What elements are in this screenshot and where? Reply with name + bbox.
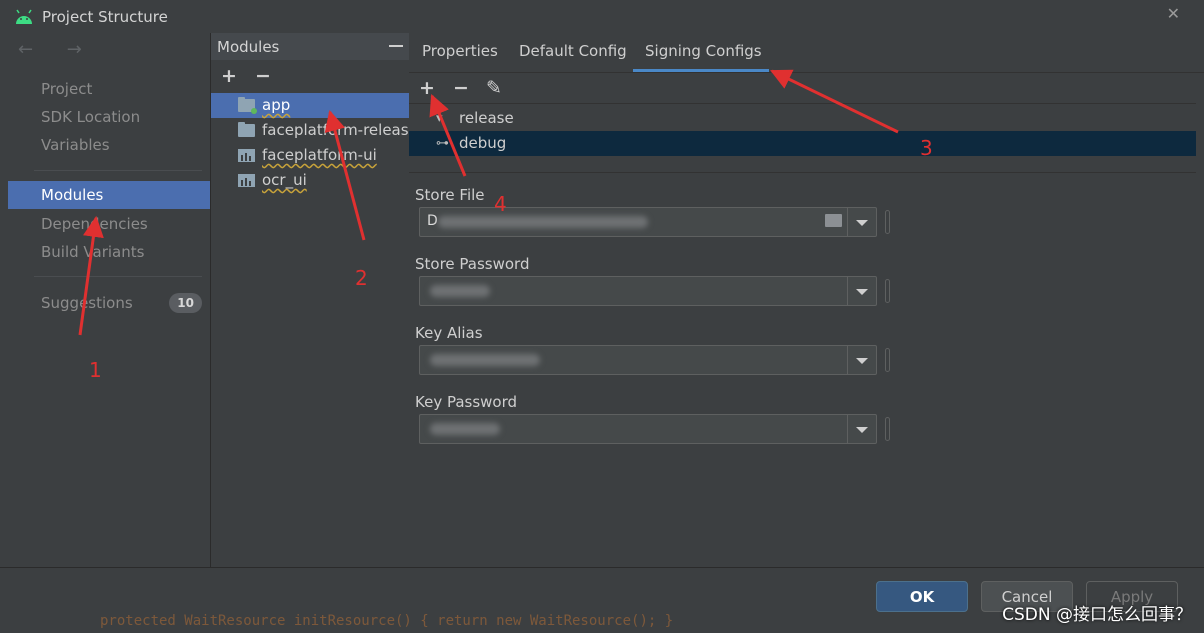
add-module-button[interactable]: + — [221, 65, 237, 87]
annotation-label-4: 4 — [494, 192, 507, 216]
collapse-icon[interactable] — [389, 45, 403, 47]
nav-item-build-variants[interactable]: Build Variants — [8, 238, 210, 266]
module-label: app — [262, 96, 291, 114]
tab-signing-configs[interactable]: Signing Configs — [645, 42, 762, 60]
module-label: ocr_ui — [262, 171, 307, 189]
store-file-field[interactable]: D — [419, 207, 877, 237]
back-forward-arrows[interactable]: ← → — [18, 39, 96, 60]
field-handle — [885, 210, 890, 234]
title-bar: Project Structure ✕ — [0, 0, 1204, 33]
edit-signing-config-button[interactable]: ✎ — [486, 77, 502, 99]
nav-item-suggestions[interactable]: Suggestions 10 — [8, 289, 210, 317]
key-alias-field[interactable] — [419, 345, 877, 375]
annotation-label-3: 3 — [920, 136, 933, 160]
signing-config-label: release — [459, 109, 514, 127]
remove-module-button[interactable]: − — [255, 65, 271, 87]
nav-item-sdk-location[interactable]: SDK Location — [8, 103, 210, 131]
nav-divider — [34, 276, 202, 277]
app-module-icon — [238, 97, 257, 114]
background-editor-code: protected WaitResource initResource() { … — [100, 613, 674, 629]
csdn-watermark: CSDN @接口怎么回事？ — [1002, 605, 1192, 625]
module-item-ocr-ui[interactable]: ocr_ui — [211, 168, 409, 193]
key-password-field[interactable] — [419, 414, 877, 444]
suggestions-label: Suggestions — [41, 294, 133, 312]
field-handle — [885, 417, 890, 441]
signing-config-label: debug — [459, 134, 507, 152]
suggestions-count-badge: 10 — [169, 293, 202, 313]
signing-config-release[interactable]: ▾ release — [409, 106, 1196, 131]
settings-nav: ← → Project SDK Location Variables Modul… — [8, 33, 210, 567]
folder-icon — [238, 122, 255, 137]
nav-item-project[interactable]: Project — [8, 75, 210, 103]
library-icon — [238, 174, 255, 187]
store-password-field[interactable] — [419, 276, 877, 306]
store-password-label: Store Password — [415, 255, 530, 273]
redacted-value — [430, 354, 540, 366]
key-icon: ⊶ — [436, 136, 449, 151]
field-handle — [885, 279, 890, 303]
modules-title: Modules — [217, 38, 280, 56]
key-password-label: Key Password — [415, 393, 518, 411]
module-item-faceplatform-release[interactable]: faceplatform-release — [211, 118, 418, 143]
modules-header: Modules — [211, 33, 409, 60]
project-structure-dialog: Project Structure ✕ ← → Project SDK Loca… — [0, 0, 1204, 633]
store-file-dropdown[interactable] — [847, 208, 876, 236]
module-label: faceplatform-ui — [262, 146, 377, 164]
browse-folder-icon[interactable] — [825, 214, 842, 227]
signing-config-debug[interactable]: ⊶ debug — [409, 131, 1196, 156]
expand-icon: ▾ — [436, 111, 443, 126]
store-file-label: Store File — [415, 186, 485, 204]
tab-properties[interactable]: Properties — [422, 42, 498, 60]
signing-config-list: ▾ release ⊶ debug — [409, 103, 1196, 173]
window-title: Project Structure — [42, 8, 168, 26]
store-file-value: D — [427, 213, 438, 229]
module-settings-panel: Properties Default Config Signing Config… — [409, 33, 1204, 567]
key-alias-label: Key Alias — [415, 324, 483, 342]
android-icon — [16, 9, 32, 24]
store-password-dropdown[interactable] — [847, 277, 876, 305]
nav-divider — [34, 170, 202, 171]
tabs-divider — [409, 72, 1204, 73]
close-icon[interactable]: ✕ — [1167, 4, 1180, 23]
nav-item-modules[interactable]: Modules — [8, 181, 210, 209]
remove-signing-config-button[interactable]: − — [453, 77, 469, 99]
modules-panel: Modules + − app faceplatform-release fac… — [210, 33, 418, 567]
module-item-app[interactable]: app — [211, 93, 409, 118]
nav-item-dependencies[interactable]: Dependencies — [8, 210, 210, 238]
tab-default-config[interactable]: Default Config — [519, 42, 627, 60]
redacted-value — [438, 216, 648, 228]
redacted-value — [430, 285, 490, 297]
ok-button[interactable]: OK — [876, 581, 968, 612]
key-password-dropdown[interactable] — [847, 415, 876, 443]
add-signing-config-button[interactable]: + — [419, 77, 435, 99]
redacted-value — [430, 423, 500, 435]
field-handle — [885, 348, 890, 372]
library-icon — [238, 149, 255, 162]
module-label: faceplatform-release — [262, 121, 418, 139]
annotation-label-2: 2 — [355, 266, 368, 290]
module-item-faceplatform-ui[interactable]: faceplatform-ui — [211, 143, 409, 168]
nav-item-variables[interactable]: Variables — [8, 131, 210, 159]
key-alias-dropdown[interactable] — [847, 346, 876, 374]
annotation-label-1: 1 — [89, 358, 102, 382]
